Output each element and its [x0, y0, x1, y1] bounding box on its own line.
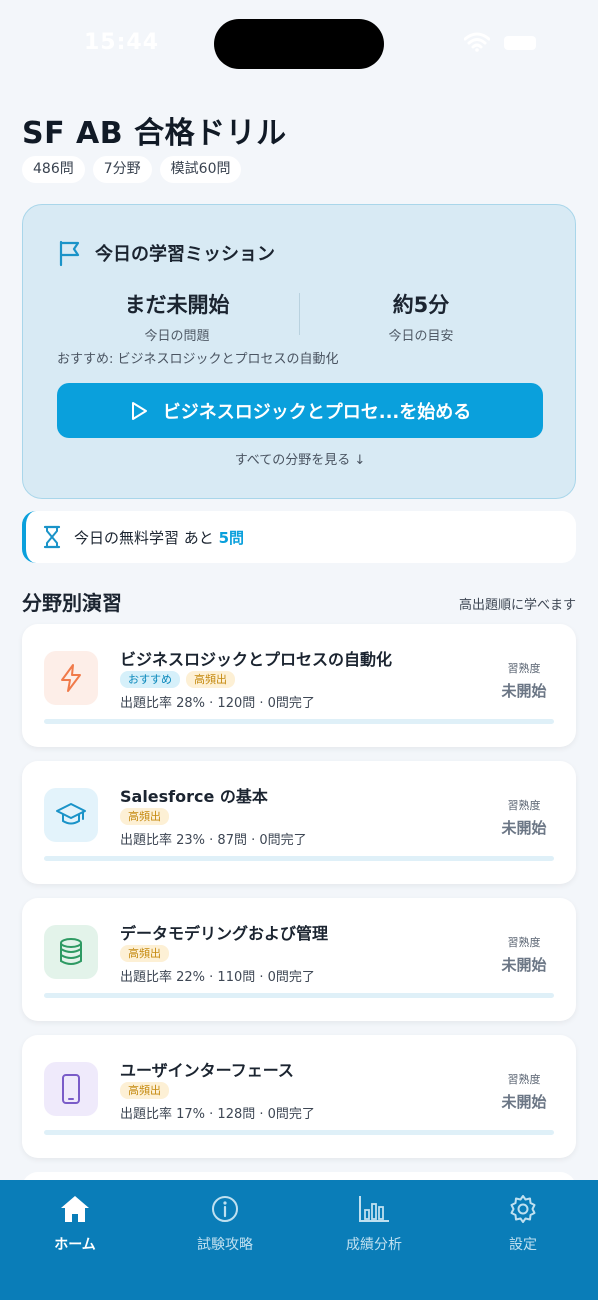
- card-tags: 高頻出: [120, 1082, 169, 1099]
- mastery: 習熟度 未開始: [494, 1071, 554, 1112]
- domain-card[interactable]: ユーザインターフェース 高頻出 出題比率 17% · 128問 · 0問完了 習…: [22, 1035, 576, 1158]
- card-tags: おすすめ 高頻出: [120, 671, 235, 688]
- card-title: データモデリングおよび管理: [120, 924, 329, 943]
- mastery-value: 未開始: [501, 819, 547, 837]
- card-meta: 出題比率 28% · 120問 · 0問完了: [120, 696, 315, 711]
- mission-title: 今日の学習ミッション: [95, 244, 275, 265]
- mastery-value: 未開始: [501, 1093, 547, 1111]
- mastery: 習熟度 未開始: [494, 797, 554, 838]
- home-icon: [61, 1196, 89, 1222]
- mastery-value: 未開始: [501, 682, 547, 700]
- flag-icon: [59, 240, 80, 267]
- progress-track: [44, 719, 554, 724]
- summary-chips: 486問 7分野 模試60問: [22, 156, 242, 183]
- battery-icon: [504, 36, 536, 50]
- progress-track: [44, 993, 554, 998]
- dynamic-island: [214, 19, 384, 69]
- smartphone-icon: [62, 1074, 80, 1104]
- card-meta: 出題比率 22% · 110問 · 0問完了: [120, 970, 315, 985]
- tab-analysis-label: 成績分析: [346, 1237, 402, 1253]
- bar-chart-icon: [359, 1196, 389, 1222]
- tag-frequent: 高頻出: [120, 1082, 169, 1099]
- domain-card[interactable]: ビジネスロジックとプロセスの自動化 おすすめ 高頻出 出題比率 28% · 12…: [22, 624, 576, 747]
- card-icon-wrap: [44, 651, 98, 705]
- free-study-banner: 今日の無料学習 あと 5問: [22, 511, 576, 563]
- stat-today-estimate-value: 約5分: [392, 293, 450, 317]
- domain-card[interactable]: Salesforce の基本 高頻出 出題比率 23% · 87問 · 0問完了…: [22, 761, 576, 884]
- mastery-label: 習熟度: [507, 799, 541, 812]
- tab-settings[interactable]: 設定: [463, 1192, 583, 1254]
- tag-frequent: 高頻出: [186, 671, 235, 688]
- card-meta: 出題比率 23% · 87問 · 0問完了: [120, 833, 307, 848]
- page-title: SF AB 合格ドリル: [22, 116, 287, 151]
- tab-settings-label: 設定: [509, 1237, 537, 1253]
- section-title: 分野別演習: [22, 591, 122, 615]
- domain-card[interactable]: データモデリングおよび管理 高頻出 出題比率 22% · 110問 · 0問完了…: [22, 898, 576, 1021]
- status-time: 15:44: [84, 30, 160, 55]
- lightning-icon: [61, 664, 81, 692]
- tag-frequent: 高頻出: [120, 945, 169, 962]
- stat-today-estimate: 約5分 今日の目安: [321, 289, 521, 344]
- tab-exam-strategy-label: 試験攻略: [197, 1237, 253, 1253]
- card-tags: 高頻出: [120, 808, 169, 825]
- chip-question-count: 486問: [22, 156, 85, 183]
- card-icon-wrap: [44, 925, 98, 979]
- wifi-icon: [464, 32, 490, 52]
- progress-track: [44, 856, 554, 861]
- free-study-label: 今日の無料学習 あと: [74, 528, 214, 547]
- chip-mock-exam: 模試60問: [159, 156, 242, 183]
- graduation-cap-icon: [56, 803, 86, 825]
- database-icon: [60, 938, 82, 965]
- free-study-count: 5問: [218, 528, 244, 547]
- bottom-tab-bar: ホーム 試験攻略 成績分析 設定: [0, 1180, 598, 1300]
- tab-analysis[interactable]: 成績分析: [314, 1192, 434, 1254]
- tab-home[interactable]: ホーム: [15, 1192, 135, 1254]
- mastery: 習熟度 未開始: [494, 660, 554, 701]
- info-icon: [212, 1196, 238, 1222]
- mission-header: 今日の学習ミッション: [57, 239, 275, 267]
- start-study-button[interactable]: ビジネスロジックとプロセ...を始める: [57, 383, 543, 438]
- gear-icon: [510, 1195, 536, 1223]
- card-icon-wrap: [44, 788, 98, 842]
- mastery-label: 習熟度: [507, 1073, 541, 1086]
- status-bar: 15:44: [0, 0, 598, 90]
- tag-recommended: おすすめ: [120, 671, 180, 688]
- page-header: SF AB 合格ドリル: [22, 108, 287, 152]
- stat-today-questions: まだ未開始 今日の問題: [77, 289, 277, 344]
- card-title: ユーザインターフェース: [120, 1061, 294, 1080]
- progress-track: [44, 1130, 554, 1135]
- stat-today-questions-label: 今日の問題: [144, 329, 210, 344]
- stat-divider: [299, 293, 300, 335]
- card-title: ビジネスロジックとプロセスの自動化: [120, 650, 393, 669]
- section-note: 高出題順に学べます: [458, 598, 576, 613]
- mastery-value: 未開始: [501, 956, 547, 974]
- start-study-button-label: ビジネスロジックとプロセ...を始める: [162, 401, 472, 423]
- card-meta: 出題比率 17% · 128問 · 0問完了: [120, 1107, 315, 1122]
- stat-today-estimate-label: 今日の目安: [388, 329, 454, 344]
- card-tags: 高頻出: [120, 945, 169, 962]
- play-icon: [131, 401, 147, 420]
- tab-home-label: ホーム: [54, 1237, 96, 1253]
- mastery-label: 習熟度: [507, 936, 541, 949]
- hourglass-icon: [43, 525, 61, 549]
- card-title: Salesforce の基本: [120, 787, 268, 806]
- mastery-label: 習熟度: [507, 662, 541, 675]
- tag-frequent: 高頻出: [120, 808, 169, 825]
- see-all-domains-link[interactable]: すべての分野を見る ↓: [23, 449, 577, 468]
- daily-mission-card: 今日の学習ミッション まだ未開始 今日の問題 約5分 今日の目安 おすすめ: ビ…: [22, 204, 576, 499]
- mastery: 習熟度 未開始: [494, 934, 554, 975]
- tab-exam-strategy[interactable]: 試験攻略: [165, 1192, 285, 1254]
- recommendation-text: おすすめ: ビジネスロジックとプロセスの自動化: [57, 352, 339, 367]
- chip-domain-count: 7分野: [92, 156, 152, 183]
- stat-today-questions-value: まだ未開始: [124, 293, 230, 317]
- card-icon-wrap: [44, 1062, 98, 1116]
